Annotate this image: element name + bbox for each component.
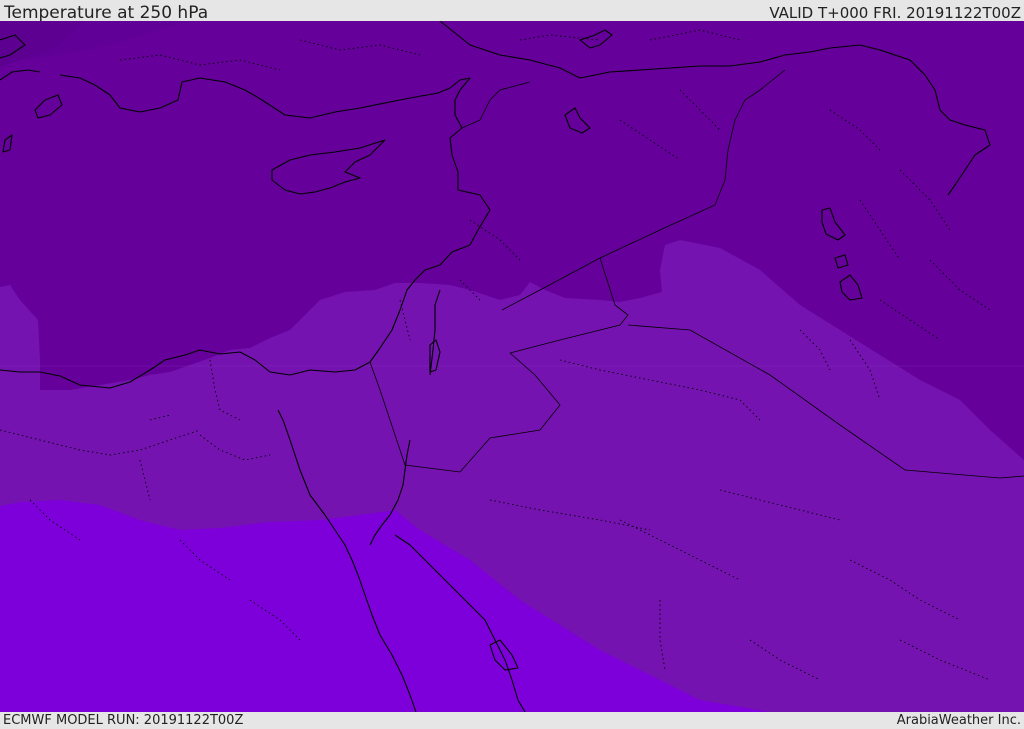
model-run-label: ECMWF MODEL RUN: 20191122T00Z	[3, 713, 244, 728]
footer-bar: ECMWF MODEL RUN: 20191122T00Z ArabiaWeat…	[0, 712, 1024, 729]
weather-map[interactable]	[0, 21, 1024, 712]
valid-time-label: VALID T+000 FRI. 20191122T00Z	[769, 4, 1021, 22]
credit-label: ArabiaWeather Inc.	[896, 713, 1021, 728]
map-title: Temperature at 250 hPa	[4, 3, 209, 23]
header-bar: Temperature at 250 hPa VALID T+000 FRI. …	[0, 0, 1024, 23]
